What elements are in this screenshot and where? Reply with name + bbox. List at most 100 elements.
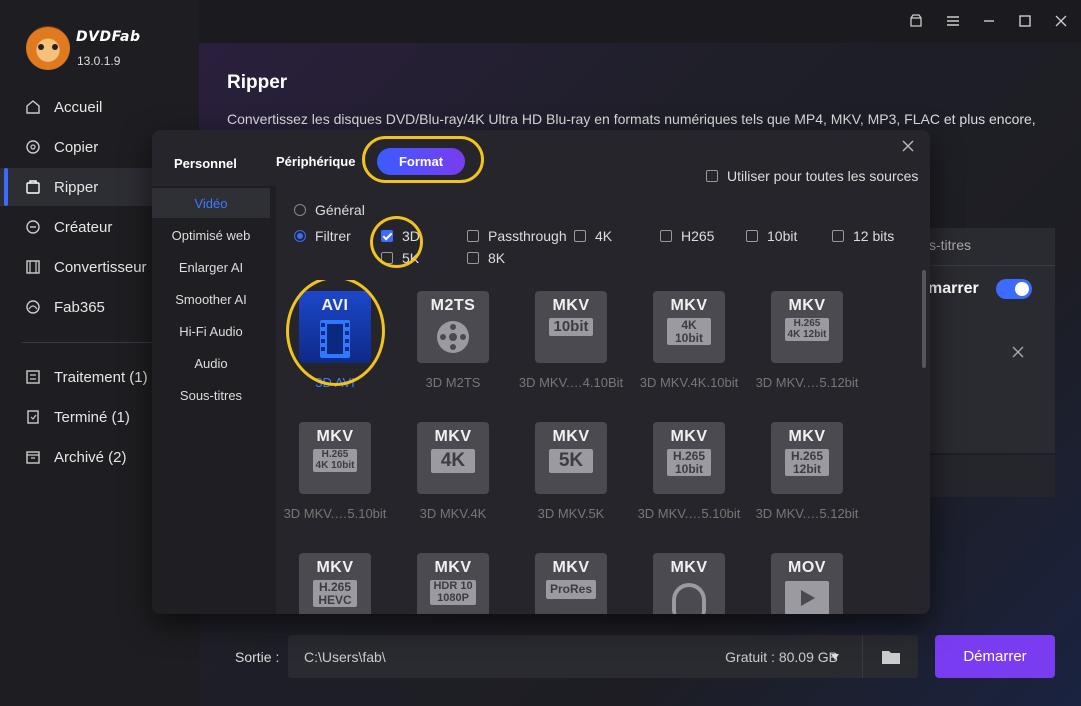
- use-all-sources-checkbox[interactable]: Utiliser pour toutes les sources: [706, 168, 918, 184]
- chevron-down-icon[interactable]: [831, 654, 839, 660]
- format-title: MOV: [788, 559, 826, 576]
- filter-label: H265: [681, 228, 715, 244]
- copy-icon: [24, 138, 42, 156]
- format-mkv-hdr10-1080p[interactable]: MKV HDR 10 1080P: [394, 547, 512, 614]
- filter-4k[interactable]: 4K: [574, 228, 612, 244]
- sidebar-item-label: Ripper: [54, 178, 99, 196]
- format-tile: MKV 4K 10bit: [653, 291, 725, 363]
- format-tile: M2TS: [417, 291, 489, 363]
- folder-icon[interactable]: [862, 635, 918, 678]
- scrollbar[interactable]: [922, 270, 926, 368]
- shop-icon[interactable]: [906, 11, 926, 31]
- category-sous-titres[interactable]: Sous-titres: [152, 380, 270, 410]
- sidebar-item-label: Fab365: [54, 298, 105, 316]
- app-window: DVDFab 13.0.1.9 Accueil Copier Ripper Cr…: [0, 0, 1081, 706]
- category-optimise-web[interactable]: Optimisé web: [152, 220, 270, 250]
- format-tile: MKV: [653, 553, 725, 614]
- format-3d-m2ts[interactable]: M2TS 3D M2TS: [394, 285, 512, 395]
- format-3d-mkv-h265-4k-10bit[interactable]: MKV H.265 4K 10bit 3D MKV.…5.10bit: [276, 416, 394, 526]
- sidebar-item-accueil[interactable]: Accueil: [0, 88, 199, 126]
- start-button[interactable]: Démarrer: [935, 635, 1055, 678]
- format-title: MKV: [552, 297, 590, 314]
- format-mkv-audio[interactable]: MKV: [630, 547, 748, 614]
- app-version: 13.0.1.9: [77, 54, 121, 68]
- format-tile: MKV H.265 12bit: [771, 422, 843, 494]
- sidebar-item-label: Archivé (2): [54, 448, 127, 466]
- format-title: MKV: [552, 428, 590, 445]
- checkbox-box[interactable]: [746, 230, 758, 242]
- checkbox-box[interactable]: [467, 252, 479, 264]
- filter-10bit[interactable]: 10bit: [746, 228, 797, 244]
- category-audio[interactable]: Audio: [152, 348, 270, 378]
- checkbox-box[interactable]: [832, 230, 844, 242]
- format-mkv-prores[interactable]: MKV ProRes: [512, 547, 630, 614]
- archive-icon: [24, 448, 42, 466]
- category-hifi-audio[interactable]: Hi-Fi Audio: [152, 316, 270, 346]
- format-subtitle: 5K: [549, 449, 593, 473]
- close-icon[interactable]: [1051, 11, 1071, 31]
- radio-general[interactable]: Général: [294, 202, 365, 218]
- format-tile: MKV H.265 10bit: [653, 422, 725, 494]
- format-3d-mkv-h265-12bit[interactable]: MKV H.265 12bit 3D MKV.…5.12bit: [748, 416, 866, 526]
- sidebar-item-label: Accueil: [54, 98, 103, 116]
- close-icon[interactable]: [900, 138, 920, 158]
- subtitles-tab[interactable]: s-titres: [929, 237, 971, 253]
- format-mov[interactable]: MOV: [748, 547, 866, 614]
- format-mkv-h265-hevc[interactable]: MKV H.265 HEVC: [276, 547, 394, 614]
- format-caption: 3D MKV.…5.12bit: [755, 506, 859, 521]
- category-smoother-ai[interactable]: Smoother AI: [152, 284, 270, 314]
- format-3d-mkv-5k[interactable]: MKV 5K 3D MKV.5K: [512, 416, 630, 526]
- radio-indicator[interactable]: [294, 204, 306, 216]
- format-subtitle: ProRes: [545, 580, 597, 599]
- format-caption: 3D MKV.…5.10bit: [637, 506, 741, 521]
- personnel-label[interactable]: Personnel: [174, 156, 237, 171]
- format-subtitle: H.265 4K 10bit: [312, 449, 358, 472]
- checkbox-box[interactable]: [660, 230, 672, 242]
- radio-indicator[interactable]: [294, 230, 306, 242]
- category-enlarger-ai[interactable]: Enlarger AI: [152, 252, 270, 282]
- converter-icon: [24, 258, 42, 276]
- format-3d-mkv-10bit[interactable]: MKV 10bit 3D MKV.…4.10Bit: [512, 285, 630, 395]
- fab365-icon: [24, 298, 42, 316]
- minimize-icon[interactable]: [979, 11, 999, 31]
- format-tile: MKV ProRes: [535, 553, 607, 614]
- remove-icon[interactable]: [1011, 345, 1031, 365]
- filter-12bits[interactable]: 12 bits: [832, 228, 894, 244]
- format-caption: 3D MKV.…4.10Bit: [518, 375, 624, 390]
- format-3d-mkv-h265-10bit[interactable]: MKV H.265 10bit 3D MKV.…5.10bit: [630, 416, 748, 526]
- format-caption: 3D MKV.4K.10bit: [639, 375, 739, 390]
- format-title: MKV: [788, 428, 826, 445]
- format-tile: MKV H.265 HEVC: [299, 553, 371, 614]
- filter-h265[interactable]: H265: [660, 228, 714, 244]
- format-tile: MKV 5K: [535, 422, 607, 494]
- format-subtitle: H.265 10bit: [667, 449, 711, 477]
- filter-8k[interactable]: 8K: [467, 250, 505, 266]
- format-subtitle: H.265 12bit: [785, 449, 829, 477]
- checkbox-box[interactable]: [706, 170, 718, 182]
- format-tile: MKV HDR 10 1080P: [417, 553, 489, 614]
- radio-filtrer[interactable]: Filtrer: [294, 228, 351, 244]
- filter-passthrough[interactable]: Passthrough: [467, 228, 567, 244]
- checkbox-box[interactable]: [574, 230, 586, 242]
- format-3d-mkv-h265-4k-12bit[interactable]: MKV H.265 4K 12bit 3D MKV.…5.12bit: [748, 285, 866, 395]
- dvdfab-logo: [26, 26, 70, 70]
- sidebar-item-label: Convertisseur: [54, 258, 147, 276]
- format-grid: AVI 3D AVI M2TS 3D M2TS MKV 10bit 3D MKV…: [276, 280, 924, 614]
- format-title: MKV: [670, 297, 708, 314]
- format-caption: 3D MKV.5K: [537, 506, 605, 521]
- format-3d-mkv-4k-10bit[interactable]: MKV 4K 10bit 3D MKV.4K.10bit: [630, 285, 748, 395]
- checkbox-box[interactable]: [467, 230, 479, 242]
- format-3d-avi[interactable]: AVI 3D AVI: [276, 280, 394, 395]
- format-title: MKV: [316, 559, 354, 576]
- menu-icon[interactable]: [943, 11, 963, 31]
- format-3d-mkv-4k[interactable]: MKV 4K 3D MKV.4K: [394, 416, 512, 526]
- format-subtitle: HDR 10 1080P: [430, 580, 476, 606]
- maximize-icon[interactable]: [1015, 11, 1035, 31]
- radio-label: Filtrer: [315, 228, 351, 244]
- format-title: MKV: [434, 559, 472, 576]
- start-toggle[interactable]: [996, 279, 1032, 299]
- tab-peripherique[interactable]: Périphérique: [276, 154, 355, 169]
- output-path-field[interactable]: C:\Users\fab\ Gratuit : 80.09 GB: [288, 635, 918, 678]
- highlight-circle: [362, 136, 484, 183]
- category-video[interactable]: Vidéo: [152, 188, 270, 218]
